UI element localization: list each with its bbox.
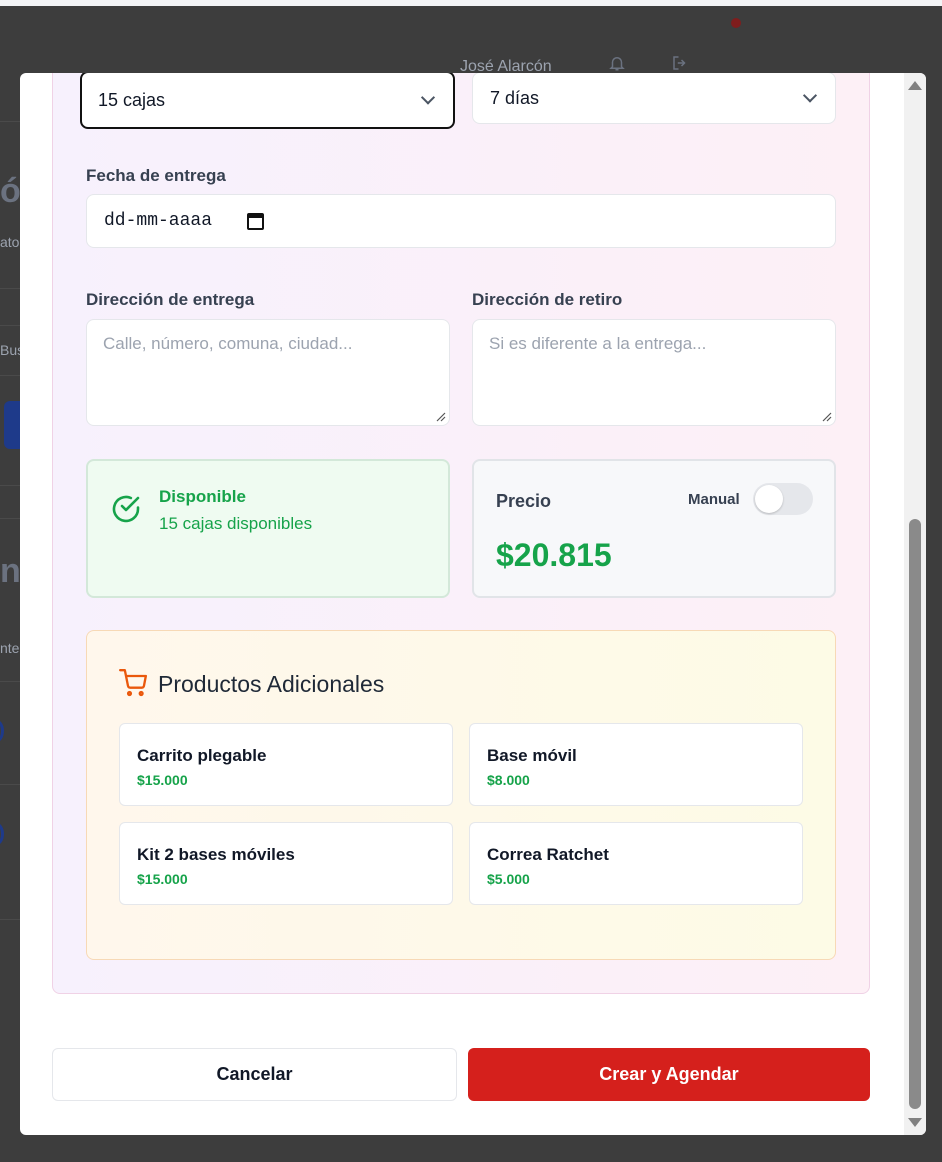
product-card[interactable]: Kit 2 bases móviles $15.000 [119,822,453,905]
background-button [4,401,20,449]
scroll-up-arrow-icon[interactable] [908,81,922,90]
product-price: $5.000 [487,871,530,887]
pickup-address-field[interactable]: Si es diferente a la entrega... [472,319,836,426]
background-divider [0,485,20,486]
resize-grip-icon[interactable] [822,412,832,422]
product-card[interactable]: Base móvil $8.000 [469,723,803,806]
scrollbar-thumb[interactable] [909,519,921,1109]
quantity-select[interactable]: 15 cajas [80,73,455,129]
scroll-down-arrow-icon[interactable] [908,1118,922,1127]
product-price: $15.000 [137,871,188,887]
shopping-cart-icon [119,669,147,697]
availability-card: Disponible 15 cajas disponibles [86,459,450,598]
delivery-date-placeholder: dd-mm-aaaa [104,211,213,231]
background-divider [0,375,20,376]
background-divider [0,288,20,289]
notification-dot [731,18,741,28]
manual-price-toggle[interactable] [753,483,813,515]
background-avatar [0,720,4,742]
delivery-address-field[interactable]: Calle, número, comuna, ciudad... [86,319,450,426]
product-name: Carrito plegable [137,746,267,765]
quantity-select-value: 15 cajas [98,89,166,110]
logout-icon [673,56,686,70]
chevron-down-icon [420,90,436,105]
pickup-address-placeholder: Si es diferente a la entrega... [489,334,707,353]
background-fragment: nt [0,552,20,590]
price-card: Precio Manual $20.815 [472,459,836,598]
manual-price-label: Manual [688,491,740,508]
product-name: Kit 2 bases móviles [137,845,295,864]
background-divider [0,121,20,122]
background-divider [0,919,20,920]
product-price: $15.000 [137,772,188,788]
delivery-address-placeholder: Calle, número, comuna, ciudad... [103,334,353,353]
background-avatar [0,823,4,845]
check-circle-icon [112,495,140,523]
background-fragment: ó [0,172,20,210]
background-divider [0,325,20,326]
modal-scrollbar[interactable] [904,73,926,1135]
product-price: $8.000 [487,772,530,788]
additional-products-panel: Productos Adicionales Carrito plegable $… [86,630,836,960]
chevron-down-icon [802,88,818,103]
browser-top-strip [0,0,942,6]
product-card[interactable]: Correa Ratchet $5.000 [469,822,803,905]
background-fragment: Bus [0,342,20,358]
resize-grip-icon[interactable] [436,412,446,422]
create-booking-modal: 15 cajas 7 días Fecha de entrega dd-mm-a… [20,73,926,1135]
background-fragment: ato [0,234,20,250]
create-and-schedule-button[interactable]: Crear y Agendar [468,1048,870,1101]
pickup-address-label: Dirección de retiro [472,290,623,309]
background-fragment: nte [0,640,20,656]
availability-detail: 15 cajas disponibles [159,514,313,533]
product-name: Base móvil [487,746,577,765]
price-label: Precio [496,491,552,511]
cancel-button[interactable]: Cancelar [52,1048,457,1101]
delivery-date-input[interactable]: dd-mm-aaaa [86,194,836,248]
product-card[interactable]: Carrito plegable $15.000 [119,723,453,806]
background-divider [0,681,20,682]
toggle-knob [755,485,783,513]
availability-status: Disponible [159,487,246,506]
background-divider [0,784,20,785]
duration-select[interactable]: 7 días [472,73,836,124]
bell-icon [609,57,625,71]
product-name: Correa Ratchet [487,845,609,864]
calendar-icon[interactable] [247,213,264,230]
additional-products-title: Productos Adicionales [158,671,385,697]
price-value: $20.815 [496,537,612,573]
delivery-address-label: Dirección de entrega [86,290,255,309]
duration-select-value: 7 días [490,87,540,108]
background-divider [0,518,20,519]
delivery-date-label: Fecha de entrega [86,166,226,185]
